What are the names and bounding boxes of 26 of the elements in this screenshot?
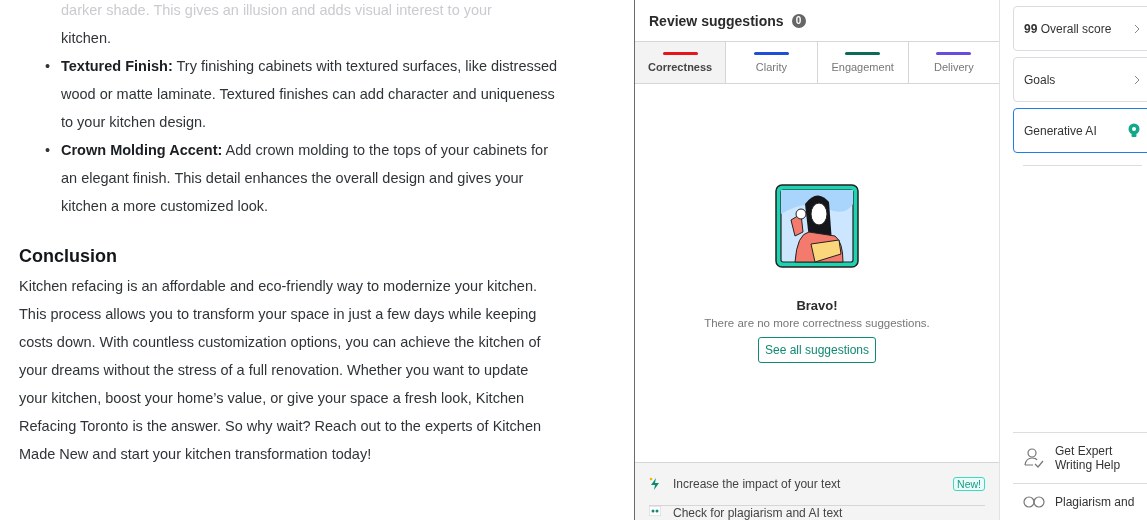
lightning-icon xyxy=(649,477,661,491)
panel-title: Review suggestions xyxy=(649,12,784,29)
bullet-item: kitchen. xyxy=(61,29,112,48)
category-tab[interactable]: Correctness xyxy=(635,42,727,83)
person-check-icon xyxy=(1023,447,1045,469)
chevron-right-icon xyxy=(1134,74,1140,85)
sidebar-card[interactable]: Goals xyxy=(1013,57,1147,102)
bullet-item: Crown Molding Accent: Add crown molding to the tops of your cabinets for an elegant finish. This detail enhances the overall design and gives your kitchen a more customized look. xyxy=(61,141,549,216)
bullet-marker: • xyxy=(45,58,51,74)
bullet-marker: • xyxy=(45,142,51,158)
new-badge: New! xyxy=(953,477,985,491)
tool-link[interactable]: Plagiarism and xyxy=(1013,483,1147,520)
lightbulb-icon xyxy=(1128,123,1140,138)
section-heading: Conclusion xyxy=(19,245,118,268)
sidebar-card[interactable]: Generative AI xyxy=(1013,108,1147,153)
sidebar-card[interactable]: 99 Overall score xyxy=(1013,6,1147,51)
footer-link[interactable]: Increase the impact of your text xyxy=(673,477,942,491)
chevron-right-icon xyxy=(1134,23,1140,34)
footer-link[interactable]: Check for plagiarism and AI text xyxy=(673,506,985,520)
count-badge: 0 xyxy=(791,13,806,28)
empty-title: Bravo! xyxy=(796,298,838,313)
tool-link[interactable]: Get Expert Writing Help xyxy=(1013,432,1147,483)
see-all-button[interactable]: See all suggestions xyxy=(757,337,877,363)
empty-message: There are no more correctness suggestions. xyxy=(704,317,930,329)
paragraph: Kitchen refacing is an affordable and eco-friendly way to modernize your kitchen. This process allows you to transform your space in just a few days while keeping costs down. With countless customization options, you can achieve the kitchen of your dreams without the stress of a full renovation. Whether you want to update your kitchen, boost your home’s value, or give your space a fresh look, Kitchen Refacing Toronto is the answer. So why wait? Reach out to the experts of Kitchen Made New and start your kitchen transformation today! xyxy=(19,277,543,464)
bullet-item: Textured Finish: Try finishing cabinets with textured surfaces, like distressed wood or matte laminate. Textured finishes can add character and uniqueness to your kitchen design. xyxy=(61,57,559,132)
